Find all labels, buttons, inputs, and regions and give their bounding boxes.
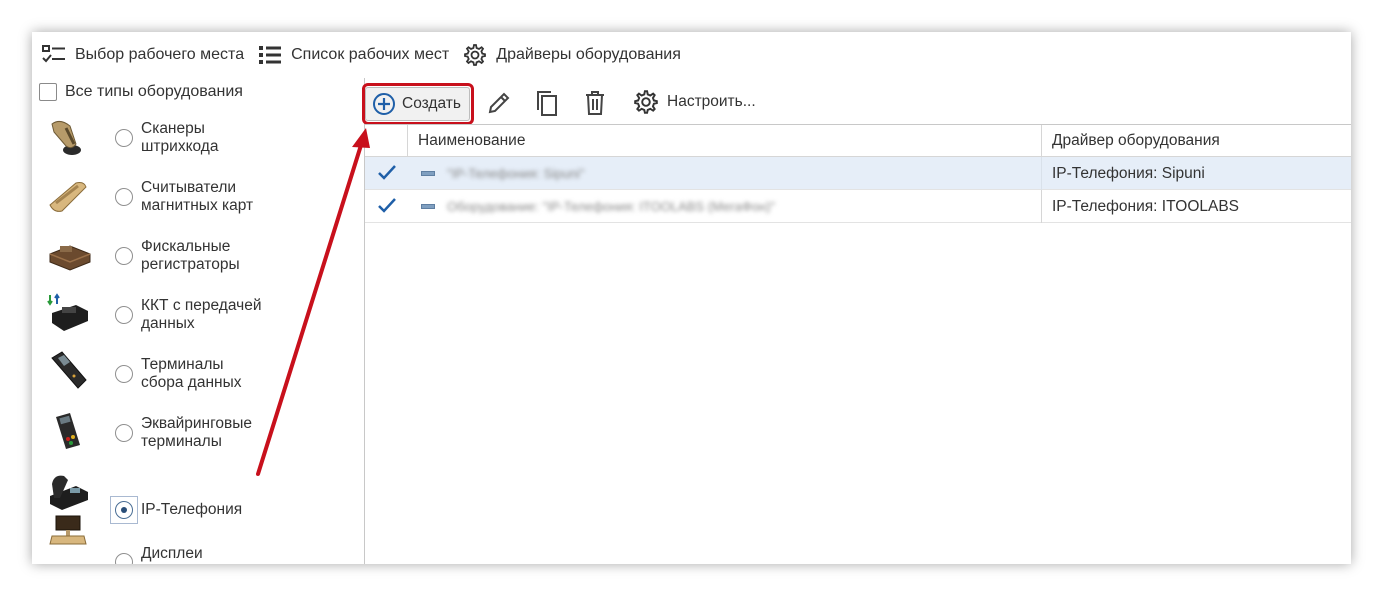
table-header: Наименование Драйвер оборудования xyxy=(365,124,1351,157)
type-item-barcode-scanners[interactable]: Сканеры штрихкода xyxy=(32,110,364,166)
type-label: Дисплеи покупателя xyxy=(141,545,222,564)
table-row[interactable]: Оборудование: "IP-Телефония: ITOOLABS (М… xyxy=(365,190,1351,223)
configure-button[interactable]: Настроить... xyxy=(633,89,756,115)
type-item-customer-displays[interactable]: Дисплеи покупателя xyxy=(32,508,364,564)
radio-fiscal-registrars[interactable] xyxy=(115,247,133,265)
column-header-driver[interactable]: Драйвер оборудования xyxy=(1041,125,1351,157)
fiscal-registrar-icon xyxy=(49,245,91,271)
acquiring-terminal-icon xyxy=(56,413,80,449)
radio-acquiring-terminals[interactable] xyxy=(115,424,133,442)
workplace-select-button[interactable]: Выбор рабочего места xyxy=(42,44,244,66)
type-item-acquiring-terminals[interactable]: Эквайринговые терминалы xyxy=(32,405,364,461)
list-icon xyxy=(259,46,282,64)
customer-display-icon xyxy=(49,515,87,545)
column-header-name[interactable]: Наименование xyxy=(407,125,1041,157)
all-types-label: Все типы оборудования xyxy=(65,83,243,100)
type-label: Эквайринговые терминалы xyxy=(141,415,253,450)
checkbox-box[interactable] xyxy=(39,83,57,101)
type-label: ККТ с передачей данных xyxy=(141,297,262,332)
radio-card-readers[interactable] xyxy=(115,188,133,206)
equipment-driver: IP-Телефония: Sipuni xyxy=(1041,157,1205,190)
equipment-driver: IP-Телефония: ITOOLABS xyxy=(1041,190,1239,223)
cash-register-icon xyxy=(47,293,88,331)
equipment-drivers-button[interactable]: Драйверы оборудования xyxy=(463,43,681,67)
top-toolbar: Выбор рабочего места Список рабочих мест… xyxy=(32,32,1351,78)
edit-pencil-icon[interactable] xyxy=(486,90,512,116)
equipment-window: Выбор рабочего места Список рабочих мест… xyxy=(32,32,1351,564)
equipment-drivers-label: Драйверы оборудования xyxy=(496,46,681,63)
copy-icon[interactable] xyxy=(534,90,560,118)
workplace-list-label: Список рабочих мест xyxy=(291,46,450,63)
equipment-name: "IP-Телефония: Sipuni" xyxy=(447,166,585,181)
barcode-scanner-icon xyxy=(51,120,81,155)
all-types-checkbox[interactable]: Все типы оборудования xyxy=(39,83,243,101)
equipment-type-filter: Все типы оборудования Сканеры штрихкода … xyxy=(32,78,364,564)
workplace-select-icon xyxy=(42,45,65,63)
data-terminal-icon xyxy=(51,351,87,389)
checkmark-icon xyxy=(378,165,396,180)
type-label: Терминалы сбора данных xyxy=(141,356,242,391)
type-label: Считыватели магнитных карт xyxy=(141,179,254,214)
create-button[interactable]: Создать xyxy=(365,87,470,121)
checkmark-icon xyxy=(378,198,396,213)
item-type-icon xyxy=(421,204,435,209)
equipment-name: Оборудование: "IP-Телефония: ITOOLABS (М… xyxy=(447,199,776,214)
type-item-card-readers[interactable]: Считыватели магнитных карт xyxy=(32,169,364,225)
magnetic-card-reader-icon xyxy=(49,182,87,212)
table-row[interactable]: "IP-Телефония: Sipuni" IP-Телефония: Sip… xyxy=(365,157,1351,190)
ip-phone-icon xyxy=(50,475,88,510)
type-item-data-terminals[interactable]: Терминалы сбора данных xyxy=(32,346,364,402)
item-type-icon xyxy=(421,171,435,176)
create-label: Создать xyxy=(402,95,461,112)
radio-data-terminals[interactable] xyxy=(115,365,133,383)
radio-kkt[interactable] xyxy=(115,306,133,324)
workplace-select-label: Выбор рабочего места xyxy=(75,46,245,63)
type-label: Сканеры штрихкода xyxy=(141,120,219,155)
gear-icon xyxy=(634,90,658,114)
plus-circle-icon xyxy=(373,93,395,115)
trash-icon[interactable] xyxy=(583,90,607,116)
equipment-table: Наименование Драйвер оборудования "IP-Те… xyxy=(365,124,1351,223)
type-item-kkt[interactable]: ККТ с передачей данных xyxy=(32,287,364,343)
configure-label: Настроить... xyxy=(667,93,756,110)
gear-icon xyxy=(464,44,487,66)
type-item-fiscal-registrars[interactable]: Фискальные регистраторы xyxy=(32,228,364,284)
radio-barcode-scanners[interactable] xyxy=(115,129,133,147)
equipment-list-panel: Создать Настроить... Наименование Драйве… xyxy=(362,78,1351,564)
action-toolbar: Создать Настроить... xyxy=(362,78,1351,125)
radio-customer-displays[interactable] xyxy=(115,553,133,564)
type-label: Фискальные регистраторы xyxy=(141,238,240,273)
workplace-list-button[interactable]: Список рабочих мест xyxy=(258,44,449,66)
